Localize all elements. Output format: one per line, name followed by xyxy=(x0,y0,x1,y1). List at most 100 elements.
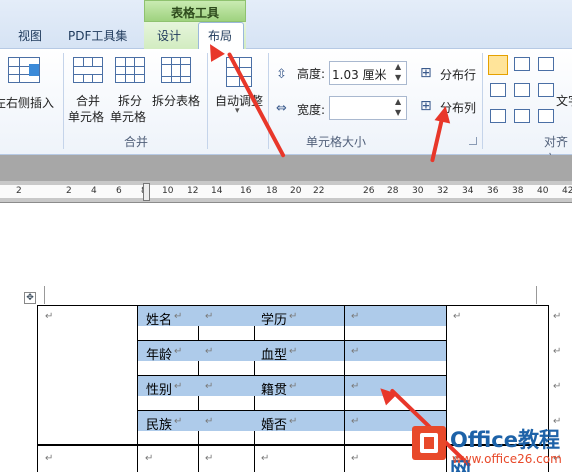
text-direction-button[interactable]: 文字 xyxy=(556,92,572,109)
distribute-columns-icon: ⊞ xyxy=(420,98,432,114)
tab-design[interactable]: 设计 xyxy=(157,27,181,44)
col-width-icon: ⇔ xyxy=(276,101,287,116)
ribbon-tab-bar: 表格工具 视图 PDF工具集 设计 布局 xyxy=(0,0,572,50)
cell-size-launcher-icon[interactable] xyxy=(469,137,477,145)
cell-label-education[interactable]: 学历 xyxy=(261,309,287,328)
paragraph-mark: ↵ xyxy=(45,453,54,464)
height-spin-up-icon[interactable]: ▲ xyxy=(395,62,401,71)
merge-cells-label-1[interactable]: 合并 xyxy=(76,92,100,109)
align-middle-right-icon[interactable] xyxy=(538,83,554,97)
autofit-dropdown-icon[interactable]: ▾ xyxy=(235,106,240,116)
paragraph-mark: ↵ xyxy=(289,311,298,322)
align-middle-left-icon[interactable] xyxy=(490,83,506,97)
split-cells-label-1[interactable]: 拆分 xyxy=(118,92,142,109)
ruler-number: 16 xyxy=(240,186,252,196)
split-table-icon xyxy=(161,57,191,83)
merge-cells-icon xyxy=(73,57,103,83)
word-window: 表格工具 视图 PDF工具集 设计 布局 左右侧插入 合并 单元格 拆分 单元格… xyxy=(0,0,572,472)
paragraph-mark: ↵ xyxy=(205,346,214,357)
table-col-line xyxy=(37,445,38,472)
ribbon-body: 左右侧插入 合并 单元格 拆分 单元格 拆分表格 合并 自动调整 ▾ ⇳ 高度:… xyxy=(0,49,572,166)
cell-label-blood-type[interactable]: 血型 xyxy=(261,344,287,363)
align-bottom-center-icon[interactable] xyxy=(514,109,530,123)
ruler-number: 6 xyxy=(116,186,122,196)
ruler-number: 28 xyxy=(387,186,399,196)
height-label: 高度: xyxy=(297,67,326,81)
split-table-button[interactable]: 拆分表格 xyxy=(152,92,200,109)
table-move-handle-icon[interactable]: ✥ xyxy=(24,292,36,304)
ruler-number: 10 xyxy=(162,186,174,196)
align-middle-center-icon[interactable] xyxy=(514,83,530,97)
tab-view[interactable]: 视图 xyxy=(18,27,42,44)
width-label: 宽度: xyxy=(297,103,326,117)
paragraph-mark: ↵ xyxy=(351,416,360,427)
merge-cells-label-2[interactable]: 单元格 xyxy=(68,108,104,125)
paragraph-mark: ↵ xyxy=(205,381,214,392)
paragraph-mark: ↵ xyxy=(145,453,154,464)
paragraph-mark: ↵ xyxy=(351,381,360,392)
paragraph-mark: ↵ xyxy=(205,311,214,322)
group-label-merge: 合并 xyxy=(124,135,149,149)
paragraph-mark: ↵ xyxy=(351,453,360,464)
group-separator xyxy=(207,53,208,149)
align-bottom-right-icon[interactable] xyxy=(538,109,554,123)
cell-label-hometown[interactable]: 籍贯 xyxy=(261,379,287,398)
insert-right-button[interactable]: 左右侧插入 xyxy=(0,94,54,111)
width-spin-up-icon[interactable]: ▲ xyxy=(395,97,401,106)
split-cells-label-2[interactable]: 单元格 xyxy=(110,108,146,125)
width-input[interactable]: ▲ ▼ xyxy=(329,96,407,120)
cell-label-age[interactable]: 年龄 xyxy=(146,344,172,363)
align-top-right-icon[interactable] xyxy=(538,57,554,71)
paragraph-mark: ↵ xyxy=(174,311,183,322)
height-spin-down-icon[interactable]: ▼ xyxy=(395,73,401,82)
ruler-number: 30 xyxy=(412,186,424,196)
height-input[interactable]: 1.03 厘米 ▲ ▼ xyxy=(329,61,407,85)
ruler-number: 40 xyxy=(537,186,549,196)
margin-corner-mark xyxy=(536,286,537,304)
distribute-rows-button[interactable]: 分布行 xyxy=(440,66,476,83)
ruler-number: 2 xyxy=(16,186,22,196)
ruler-number: 12 xyxy=(187,186,199,196)
align-top-center-icon[interactable] xyxy=(514,57,530,71)
cell-label-gender[interactable]: 性别 xyxy=(146,379,172,398)
align-bottom-left-icon[interactable] xyxy=(490,109,506,123)
width-spin-down-icon[interactable]: ▼ xyxy=(395,108,401,117)
indent-marker[interactable] xyxy=(143,183,150,201)
context-group-title: 表格工具 xyxy=(170,6,219,20)
split-cells-icon xyxy=(115,57,145,83)
insert-right-icon xyxy=(8,57,40,83)
group-separator xyxy=(63,53,64,149)
selected-cells-highlight xyxy=(345,341,446,361)
paragraph-mark: ↵ xyxy=(289,346,298,357)
ruler-number: 2 xyxy=(66,186,72,196)
distribute-rows-icon: ⊞ xyxy=(420,65,432,81)
annotation-arrow-head-icon xyxy=(434,104,454,124)
paragraph-mark: ↵ xyxy=(351,311,360,322)
tab-pdf-tools[interactable]: PDF工具集 xyxy=(68,27,127,44)
group-separator xyxy=(482,53,483,149)
paragraph-mark: ↵ xyxy=(351,346,360,357)
ruler-number: 42 xyxy=(562,186,572,196)
ruler-number: 26 xyxy=(363,186,375,196)
paragraph-mark: ↵ xyxy=(289,381,298,392)
cell-label-marital[interactable]: 婚否 xyxy=(261,414,287,433)
tab-layout[interactable]: 布局 xyxy=(208,27,232,44)
ruler-number: 32 xyxy=(437,186,449,196)
paragraph-mark: ↵ xyxy=(45,311,54,322)
group-label-cell-size: 单元格大小 xyxy=(306,135,367,149)
height-value: 1.03 厘米 xyxy=(332,68,387,82)
ruler-number: 38 xyxy=(512,186,524,196)
ruler-number: 36 xyxy=(487,186,499,196)
selected-cells-highlight xyxy=(345,306,446,326)
paragraph-mark: ↵ xyxy=(174,416,183,427)
align-top-left-icon[interactable] xyxy=(488,55,508,75)
paragraph-mark: ↵ xyxy=(289,416,298,427)
office-logo-icon xyxy=(412,426,446,460)
cell-label-ethnicity[interactable]: 民族 xyxy=(146,414,172,433)
ruler-number: 14 xyxy=(211,186,223,196)
cell-label-name[interactable]: 姓名 xyxy=(146,309,172,328)
margin-corner-mark xyxy=(44,286,45,304)
watermark-url: www.office26.com xyxy=(452,452,562,466)
horizontal-ruler[interactable]: 2 2 4 6 8 10 12 14 16 18 20 22 26 28 30 … xyxy=(0,181,572,203)
document-top-band xyxy=(0,155,572,181)
